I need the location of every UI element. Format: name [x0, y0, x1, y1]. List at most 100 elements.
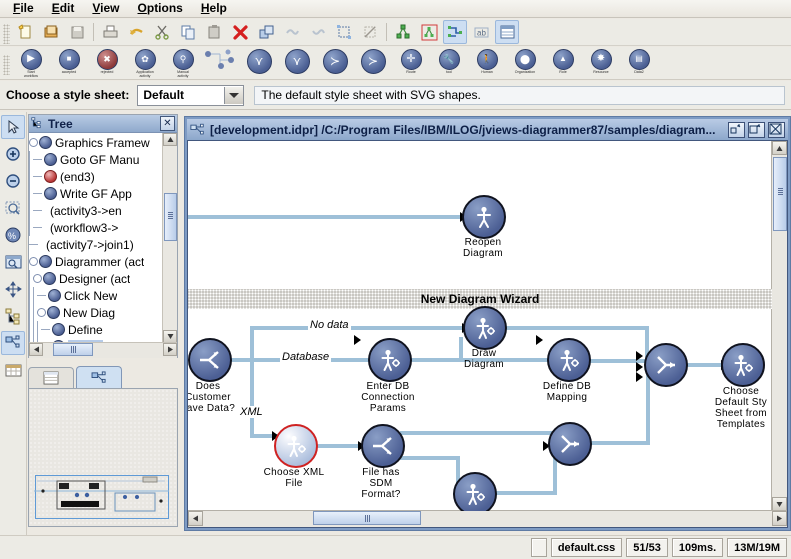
diagram-vertical-scrollbar[interactable]	[771, 141, 787, 511]
fit-to-window-tool[interactable]	[1, 250, 25, 274]
tree-horizontal-scrollbar[interactable]	[29, 342, 177, 358]
overview-thumbnail[interactable]	[28, 388, 178, 527]
node-does-customer-have-data[interactable]	[188, 338, 232, 382]
join-node[interactable]: ≻	[317, 48, 353, 79]
tab-graph-overview[interactable]	[76, 366, 122, 388]
diagram-hscroll-thumb[interactable]	[313, 511, 421, 525]
tree-row[interactable]: Write GF App	[29, 185, 163, 202]
diagram-window-titlebar[interactable]: [development.idpr] /C:/Program Files/IBM…	[187, 119, 788, 140]
split-node[interactable]: ⋎	[241, 48, 277, 79]
paste-icon[interactable]	[202, 20, 226, 44]
tab-table-view[interactable]	[28, 367, 74, 388]
tree-vertical-scrollbar[interactable]	[162, 133, 177, 343]
menu-help[interactable]: Help	[192, 0, 236, 17]
link-layout-icon[interactable]	[443, 20, 467, 44]
scroll-left-icon[interactable]	[188, 511, 203, 526]
tree-expander-icon[interactable]	[29, 257, 38, 266]
node-choose-default-style-sheet[interactable]	[721, 343, 765, 387]
group-icon[interactable]	[280, 20, 304, 44]
tree-row[interactable]: Goto GF Manu	[29, 151, 163, 168]
close-icon[interactable]: ✕	[160, 116, 175, 131]
join2-node[interactable]: ≻	[355, 48, 391, 79]
node-choose-xml-file[interactable]	[274, 424, 318, 468]
tree-expander-icon[interactable]	[33, 274, 42, 283]
tree-row[interactable]: (workflow3->	[29, 219, 163, 236]
undo-icon[interactable]	[124, 20, 148, 44]
node-join-2[interactable]	[548, 422, 592, 466]
node-enter-db-connection-params[interactable]	[368, 338, 412, 382]
start-workflow-node[interactable]: ▶ Start workflow	[13, 48, 49, 79]
graph-view-tool[interactable]	[1, 331, 25, 355]
scroll-up-icon[interactable]	[163, 133, 177, 146]
menu-edit[interactable]: Edit	[43, 0, 84, 17]
tree-row[interactable]: Diagrammer (act	[29, 253, 163, 270]
organization-node[interactable]: ⬤ Organization	[507, 48, 543, 79]
scroll-up-icon[interactable]	[772, 141, 787, 155]
manual-activity-node[interactable]: ⚲ Manual activity	[165, 48, 201, 79]
chevron-down-icon[interactable]	[224, 87, 243, 104]
stylesheet-select[interactable]: Default	[137, 85, 244, 106]
rejected-node[interactable]: ✖ rejected	[89, 48, 125, 79]
node-define-db-mapping[interactable]	[547, 338, 591, 382]
split2-node[interactable]: ⋎	[279, 48, 315, 79]
zoom-area-tool[interactable]	[1, 196, 25, 220]
human-node[interactable]: 🚶 Human	[469, 48, 505, 79]
application-activity-node[interactable]: ✿ Application activity	[127, 48, 163, 79]
tree-layout-icon[interactable]	[391, 20, 415, 44]
diagram-horizontal-scrollbar[interactable]	[188, 510, 787, 527]
toolbar-grip[interactable]	[3, 24, 10, 44]
tree-row[interactable]: (end3)	[29, 168, 163, 185]
deselect-icon[interactable]	[358, 20, 382, 44]
scroll-right-icon[interactable]	[163, 343, 177, 356]
tool-node[interactable]: 🔧 tool	[431, 48, 467, 79]
palette-grip[interactable]	[3, 55, 10, 75]
select-tool[interactable]	[1, 115, 25, 139]
maximize-button[interactable]	[748, 122, 765, 138]
scroll-right-icon[interactable]	[772, 511, 787, 526]
label-layout-icon[interactable]: ab	[469, 20, 493, 44]
tree-row[interactable]: New Diag	[29, 304, 163, 321]
open-icon[interactable]	[39, 20, 63, 44]
menu-file[interactable]: File	[4, 0, 43, 17]
duplicate-icon[interactable]	[254, 20, 278, 44]
subprocess-node[interactable]	[203, 48, 239, 79]
node-join-1[interactable]	[644, 343, 688, 387]
select-all-icon[interactable]	[332, 20, 356, 44]
tree-view-tool[interactable]	[1, 304, 25, 328]
copy-icon[interactable]	[176, 20, 200, 44]
scroll-left-icon[interactable]	[29, 343, 43, 356]
tree-row[interactable]: (activity3->en	[29, 202, 163, 219]
node-reopen-diagram[interactable]	[462, 195, 506, 239]
tree-layout-red-icon[interactable]	[417, 20, 441, 44]
cut-icon[interactable]	[150, 20, 174, 44]
zoom-out-tool[interactable]	[1, 169, 25, 193]
table-view-icon[interactable]	[495, 20, 519, 44]
close-button[interactable]	[768, 122, 785, 138]
new-icon[interactable]	[13, 20, 37, 44]
zoom-percent-tool[interactable]: %	[1, 223, 25, 247]
resource-node[interactable]: ✸ Resource	[583, 48, 619, 79]
tree-expander-icon[interactable]	[37, 308, 46, 317]
ungroup-icon[interactable]	[306, 20, 330, 44]
zoom-in-tool[interactable]	[1, 142, 25, 166]
scroll-down-icon[interactable]	[772, 497, 787, 511]
delete-icon[interactable]	[228, 20, 252, 44]
tree-row[interactable]: Define	[29, 321, 163, 338]
tree-list[interactable]: Graphics FramewGoto GF Manu(end3)Write G…	[29, 133, 163, 343]
print-icon[interactable]	[98, 20, 122, 44]
diagram-canvas[interactable]: New Diagram Wizard	[188, 141, 772, 511]
tree-row[interactable]: (activity7->join1)	[29, 236, 163, 253]
menu-options[interactable]: Options	[129, 0, 192, 17]
tree-row[interactable]: Designer (act	[29, 270, 163, 287]
node-define-xml-mapping[interactable]	[453, 472, 497, 511]
menu-view[interactable]: View	[83, 0, 128, 17]
diagram-vscroll-thumb[interactable]	[773, 157, 787, 231]
minimize-button[interactable]	[728, 122, 745, 138]
node-file-has-sdm-format[interactable]	[361, 424, 405, 468]
accepted-node[interactable]: ■ accepted	[51, 48, 87, 79]
route-node[interactable]: ✛ Route	[393, 48, 429, 79]
tree-row[interactable]: Click New	[29, 287, 163, 304]
tree-expander-icon[interactable]	[29, 138, 38, 147]
node-draw-diagram[interactable]	[463, 306, 507, 350]
pan-tool[interactable]	[1, 277, 25, 301]
